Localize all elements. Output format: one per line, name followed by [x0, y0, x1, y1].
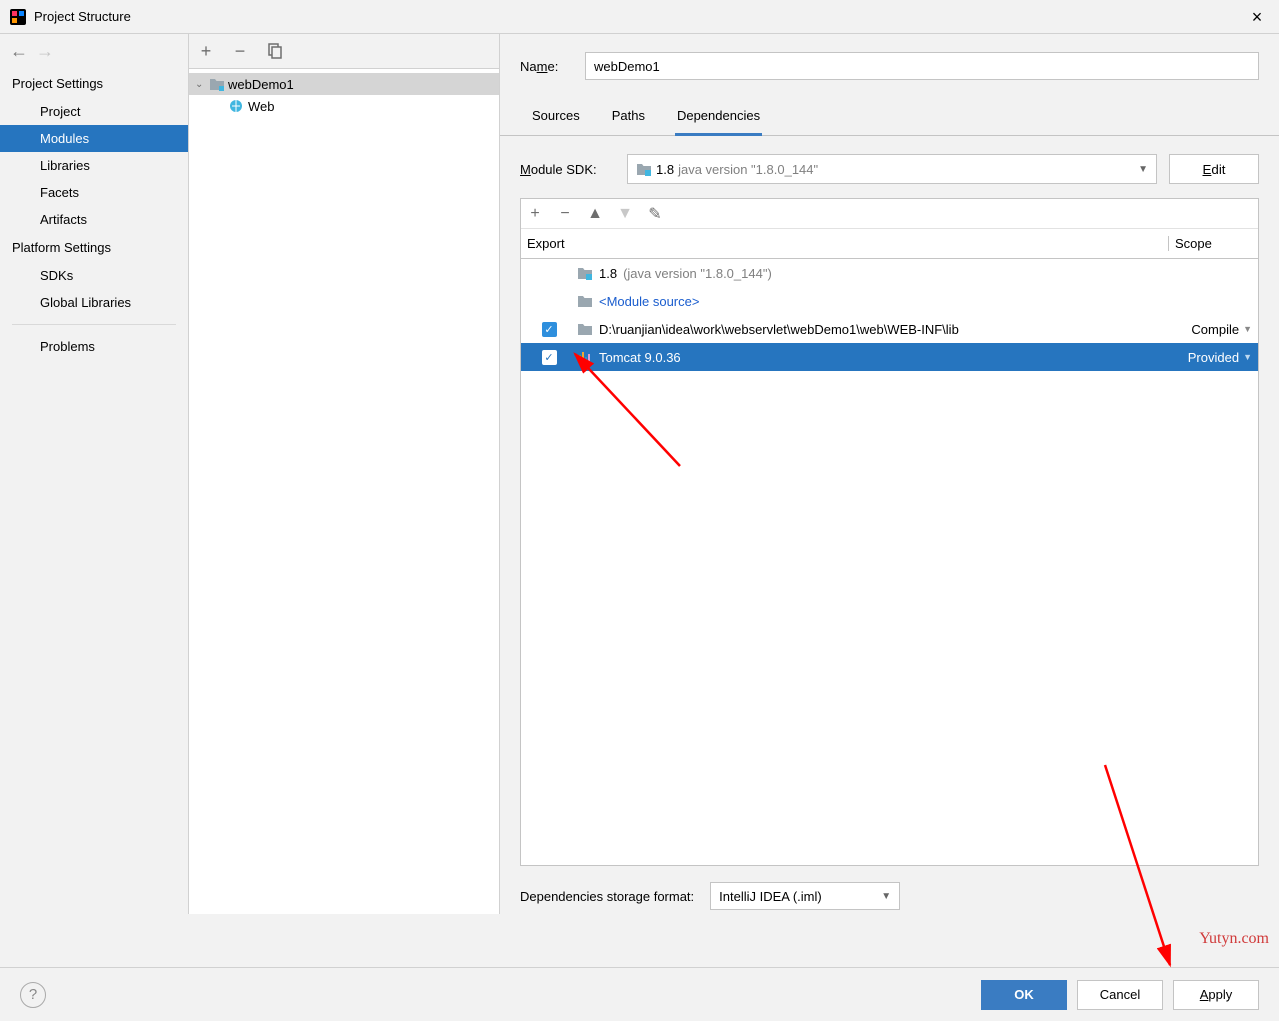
sidebar-item-facets[interactable]: Facets	[0, 179, 188, 206]
dep-suffix: (java version "1.8.0_144")	[623, 266, 772, 281]
sdk-label: Module SDK:	[520, 162, 615, 177]
add-dep-button[interactable]: +	[527, 205, 543, 223]
close-button[interactable]: ×	[1245, 9, 1269, 25]
export-checkbox[interactable]: ✓	[542, 350, 557, 365]
main-area: ← → Project Settings Project Modules Lib…	[0, 34, 1279, 914]
sdk-dropdown[interactable]: 1.8 java version "1.8.0_144" ▼	[627, 154, 1157, 184]
dialog-buttons: OK Cancel Apply	[981, 980, 1259, 1010]
sidebar-item-modules[interactable]: Modules	[0, 125, 188, 152]
dep-row-sdk[interactable]: 1.8 (java version "1.8.0_144")	[521, 259, 1258, 287]
sidebar: ← → Project Settings Project Modules Lib…	[0, 34, 189, 914]
cancel-button[interactable]: Cancel	[1077, 980, 1163, 1010]
module-folder-icon	[209, 77, 227, 91]
dep-toolbar: + − ▲ ▼ ✎	[521, 199, 1258, 229]
name-input[interactable]	[585, 52, 1259, 80]
chevron-down-icon: ▼	[881, 891, 891, 902]
tree-toolbar: + −	[189, 34, 499, 69]
nav-arrows: ← →	[0, 34, 188, 69]
tree-node-web-label: Web	[248, 99, 275, 114]
sidebar-item-artifacts[interactable]: Artifacts	[0, 206, 188, 233]
dep-name: D:\ruanjian\idea\work\webservlet\webDemo…	[599, 322, 959, 337]
window-title: Project Structure	[34, 9, 131, 24]
dep-row-module-source[interactable]: <Module source>	[521, 287, 1258, 315]
dep-body: 1.8 (java version "1.8.0_144") <Module s…	[521, 259, 1258, 865]
move-down-button[interactable]: ▼	[617, 205, 633, 223]
remove-dep-button[interactable]: −	[557, 205, 573, 223]
tree-node-web[interactable]: Web	[189, 95, 499, 117]
sidebar-item-global-libraries[interactable]: Global Libraries	[0, 289, 188, 316]
dep-name: <Module source>	[599, 294, 699, 309]
sidebar-item-problems[interactable]: Problems	[0, 333, 188, 360]
tab-sources[interactable]: Sources	[530, 104, 582, 135]
dep-name: 1.8	[599, 266, 617, 281]
app-icon	[10, 9, 26, 25]
bottom-bar: ? OK Cancel Apply	[0, 967, 1279, 1021]
expander-icon[interactable]: ⌄	[195, 79, 209, 90]
sdk-value: 1.8	[656, 162, 674, 177]
dep-row-lib-folder[interactable]: ✓ D:\ruanjian\idea\work\webservlet\webDe…	[521, 315, 1258, 343]
edit-sdk-button[interactable]: Edit	[1169, 154, 1259, 184]
chevron-down-icon: ▼	[1138, 164, 1148, 175]
dep-header: Export Scope	[521, 229, 1258, 259]
tree-node-root[interactable]: ⌄ webDemo1	[189, 73, 499, 95]
module-tree: + − ⌄ webDemo1 Web	[189, 34, 500, 914]
folder-icon	[577, 322, 593, 336]
export-checkbox[interactable]: ✓	[542, 322, 557, 337]
dependencies-table: + − ▲ ▼ ✎ Export Scope 1.8 (java versi	[520, 198, 1259, 866]
dep-scope[interactable]: Provided	[1188, 350, 1239, 365]
remove-module-button[interactable]: −	[231, 42, 249, 60]
tree-body: ⌄ webDemo1 Web	[189, 69, 499, 121]
tab-bar: Sources Paths Dependencies	[500, 80, 1279, 136]
ok-button[interactable]: OK	[981, 980, 1067, 1010]
copy-module-button[interactable]	[265, 42, 283, 60]
sidebar-item-libraries[interactable]: Libraries	[0, 152, 188, 179]
tree-node-label: webDemo1	[228, 77, 294, 92]
separator	[12, 324, 176, 325]
chevron-down-icon: ▼	[1243, 352, 1252, 362]
name-row: Name:	[500, 34, 1279, 80]
dep-row-tomcat[interactable]: ✓ Tomcat 9.0.36 Provided ▼	[521, 343, 1258, 371]
sdk-folder-icon	[636, 162, 652, 176]
move-up-button[interactable]: ▲	[587, 205, 603, 223]
category-platform-settings: Platform Settings	[0, 233, 188, 262]
forward-button[interactable]: →	[36, 41, 54, 62]
apply-button[interactable]: Apply	[1173, 980, 1259, 1010]
storage-row: Dependencies storage format: IntelliJ ID…	[500, 866, 1279, 914]
sidebar-item-sdks[interactable]: SDKs	[0, 262, 188, 289]
dep-scope[interactable]: Compile	[1191, 322, 1239, 337]
chevron-down-icon: ▼	[1243, 324, 1252, 334]
dep-name: Tomcat 9.0.36	[599, 350, 681, 365]
watermark: Yutyn.com	[1199, 930, 1269, 948]
header-scope[interactable]: Scope	[1168, 236, 1258, 251]
back-button[interactable]: ←	[10, 41, 28, 62]
header-export[interactable]: Export	[521, 236, 581, 251]
details-panel: Name: Sources Paths Dependencies Module …	[500, 34, 1279, 914]
sdk-version: java version "1.8.0_144"	[678, 162, 818, 177]
sdk-row: Module SDK: 1.8 java version "1.8.0_144"…	[500, 136, 1279, 184]
tab-dependencies[interactable]: Dependencies	[675, 104, 762, 136]
storage-label: Dependencies storage format:	[520, 889, 694, 904]
tab-paths[interactable]: Paths	[610, 104, 647, 135]
sdk-icon	[577, 266, 593, 280]
add-module-button[interactable]: +	[197, 42, 215, 60]
web-facet-icon	[229, 99, 247, 113]
module-source-icon	[577, 294, 593, 308]
edit-dep-button[interactable]: ✎	[647, 204, 663, 224]
library-icon	[577, 350, 593, 364]
category-project-settings: Project Settings	[0, 69, 188, 98]
storage-dropdown[interactable]: IntelliJ IDEA (.iml) ▼	[710, 882, 900, 910]
storage-value: IntelliJ IDEA (.iml)	[719, 889, 822, 904]
title-bar: Project Structure ×	[0, 0, 1279, 34]
sidebar-item-project[interactable]: Project	[0, 98, 188, 125]
name-label: Name:	[520, 59, 575, 74]
help-button[interactable]: ?	[20, 982, 46, 1008]
